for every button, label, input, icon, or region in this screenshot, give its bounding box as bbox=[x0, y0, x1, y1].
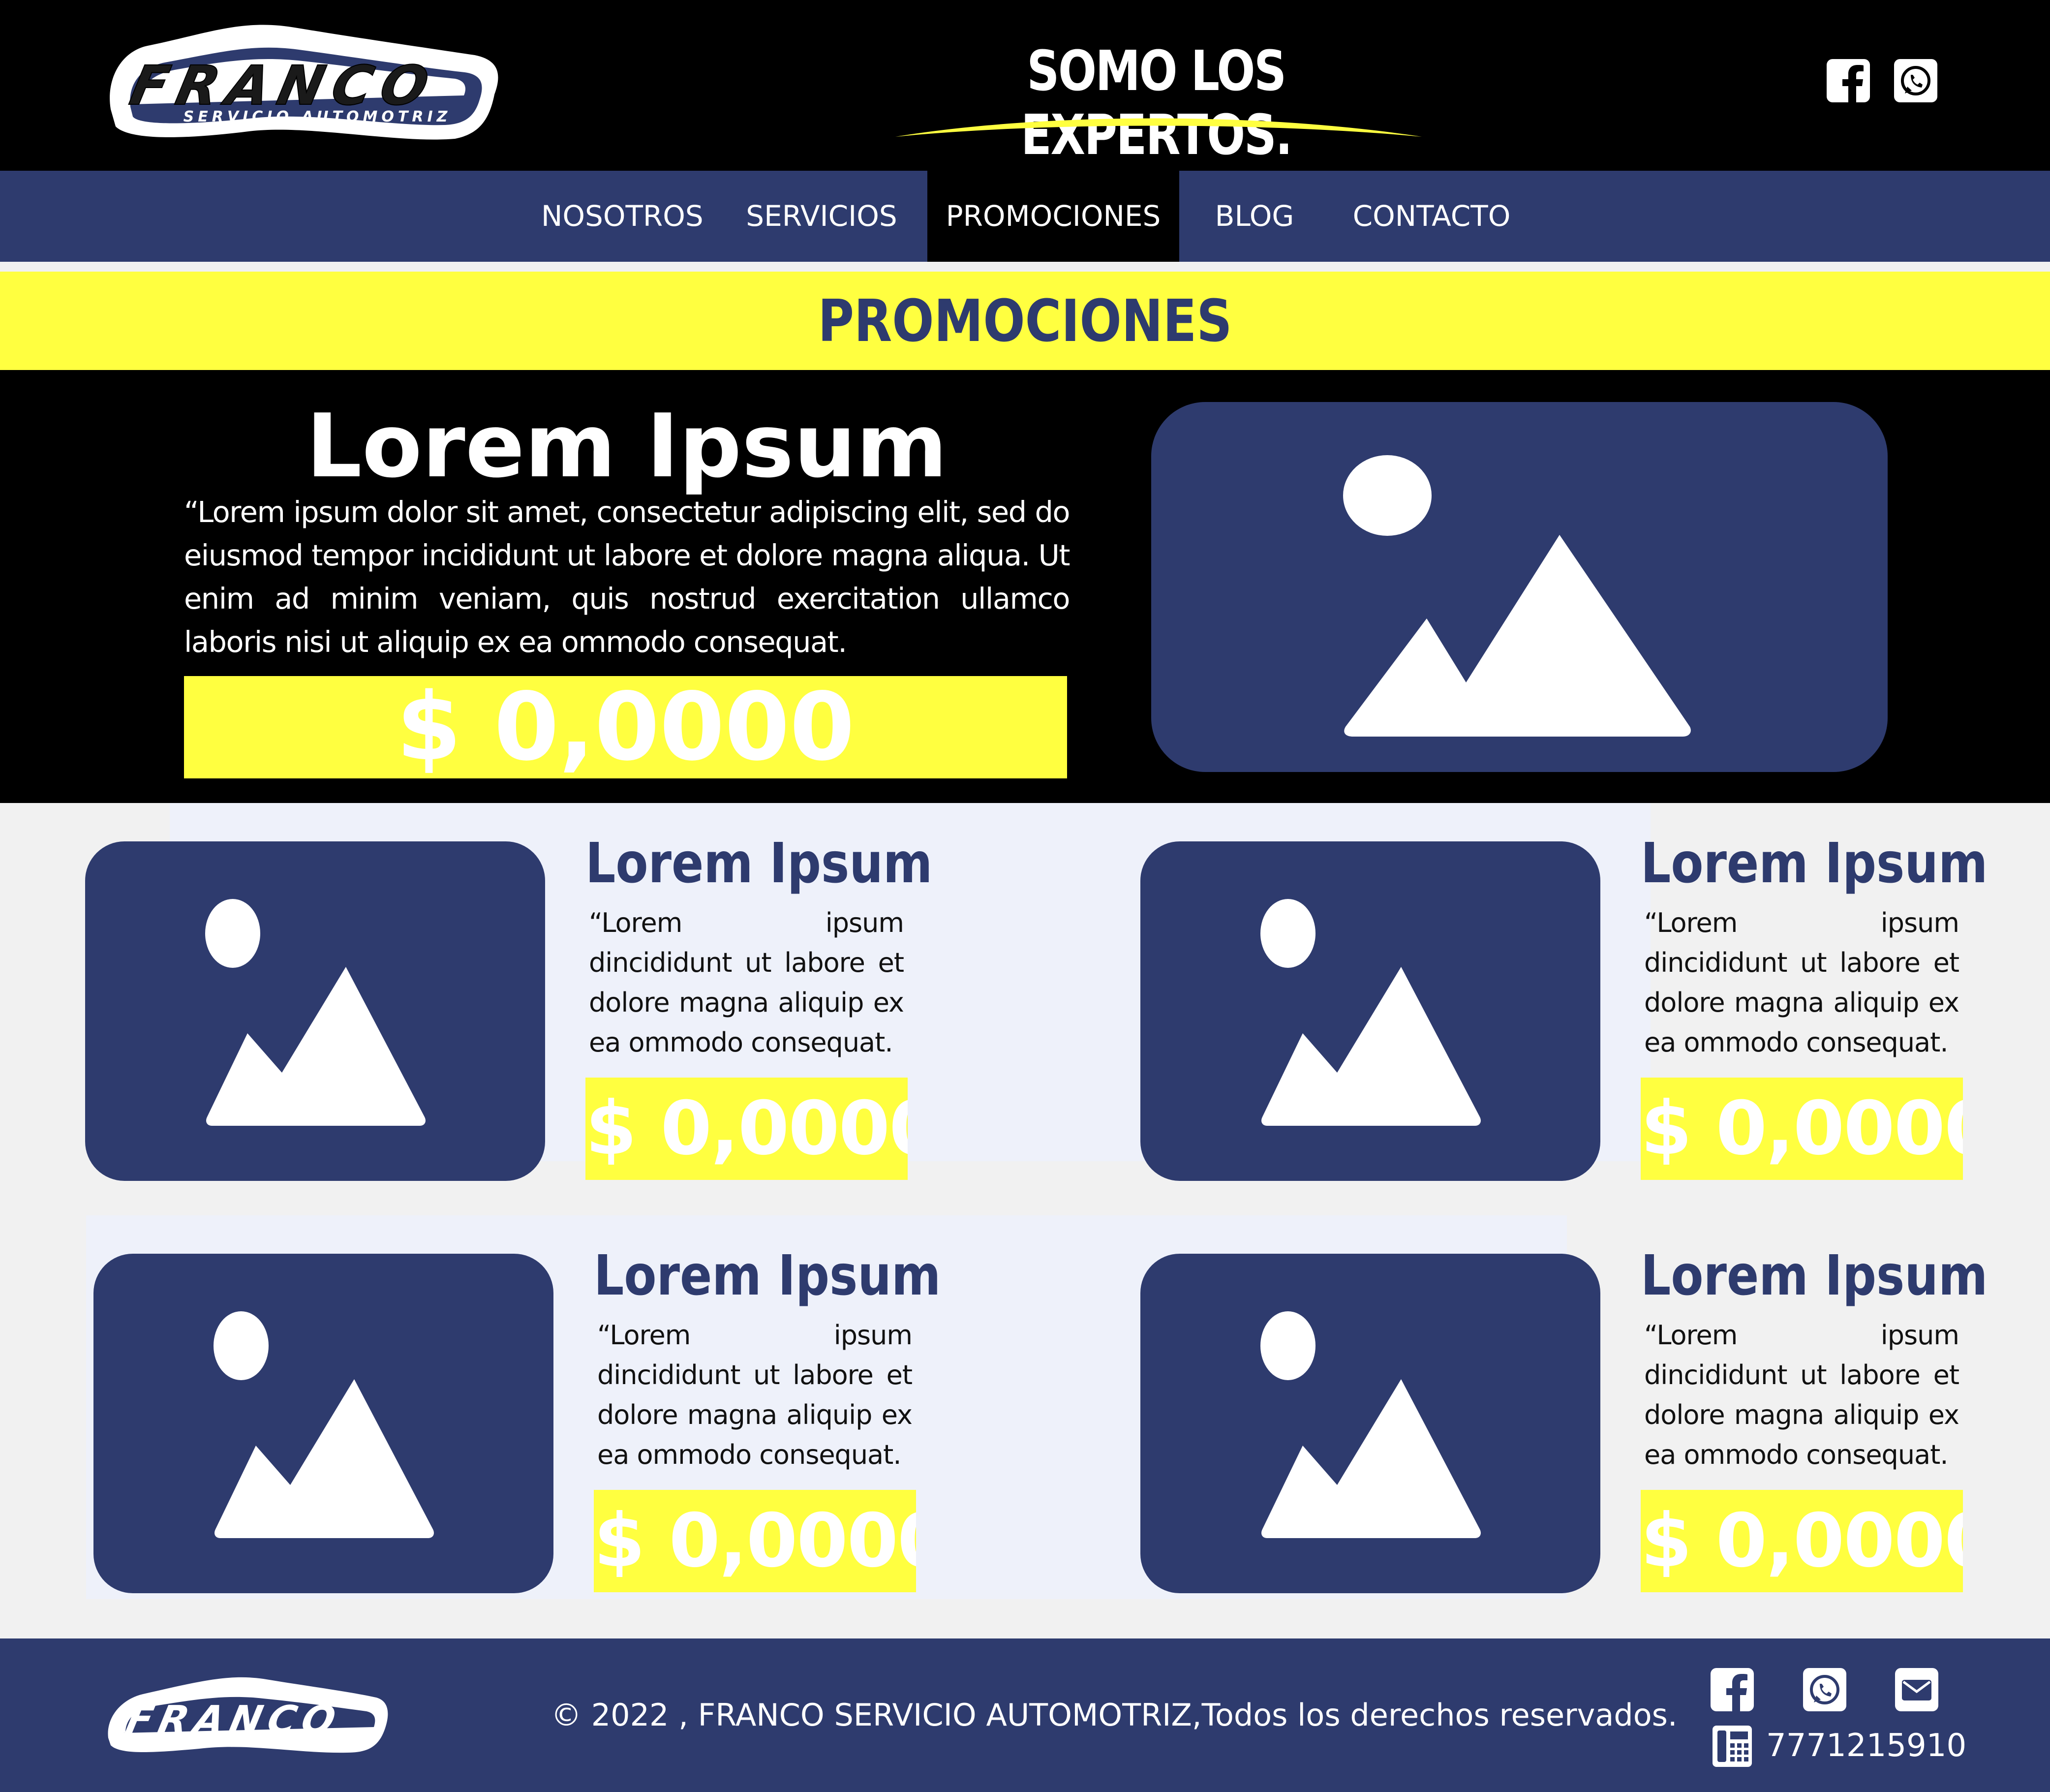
image-placeholder-icon bbox=[1260, 1311, 1481, 1538]
promo-card-price: $ 0,0000 bbox=[1641, 1078, 1963, 1180]
promo-card-image[interactable] bbox=[1140, 1254, 1600, 1593]
nav-item-nosotros[interactable]: NOSOTROS bbox=[541, 171, 704, 262]
promo-card-description: “Lorem ipsum dincididunt ut labore et do… bbox=[589, 907, 904, 1058]
promo-card-title: Lorem Ipsum bbox=[585, 832, 933, 896]
promo-card-image[interactable] bbox=[85, 841, 545, 1181]
nav-item-promociones[interactable]: PROMOCIONES bbox=[927, 171, 1179, 262]
email-icon[interactable] bbox=[1895, 1668, 1938, 1711]
image-placeholder-icon bbox=[205, 899, 426, 1126]
whatsapp-icon[interactable] bbox=[1803, 1668, 1846, 1711]
image-placeholder-icon bbox=[214, 1311, 434, 1538]
whatsapp-icon[interactable] bbox=[1894, 59, 1937, 102]
image-placeholder-icon bbox=[1260, 899, 1481, 1126]
phone-number[interactable]: 7771215910 bbox=[1766, 1721, 1966, 1770]
facebook-icon[interactable] bbox=[1827, 59, 1870, 102]
nav-item-blog[interactable]: BLOG bbox=[1200, 171, 1309, 262]
franco-logo[interactable]: FRANCO SERVICIO AUTOMOTRIZ bbox=[101, 21, 502, 149]
promo-card-title: Lorem Ipsum bbox=[1641, 832, 1988, 896]
promo-card-price: $ 0,0000 bbox=[585, 1078, 908, 1180]
tagline: SOMO LOS EXPERTOS. bbox=[1021, 39, 1292, 167]
featured-description: “Lorem ipsum dolor sit amet, consectetur… bbox=[184, 495, 1071, 659]
svg-text:SERVICIO AUTOMOTRIZ: SERVICIO AUTOMOTRIZ bbox=[159, 1737, 357, 1750]
nav-item-servicios[interactable]: SERVICIOS bbox=[740, 171, 903, 262]
copyright-text: © 2022 , FRANCO SERVICIO AUTOMOTRIZ,Todo… bbox=[551, 1697, 1678, 1733]
nav-item-contacto[interactable]: CONTACTO bbox=[1343, 171, 1520, 262]
svg-text:SERVICIO AUTOMOTRIZ: SERVICIO AUTOMOTRIZ bbox=[184, 108, 452, 125]
promo-card-title: Lorem Ipsum bbox=[594, 1244, 941, 1308]
featured-image[interactable] bbox=[1151, 402, 1888, 772]
promo-card-price: $ 0,0000 bbox=[594, 1490, 916, 1592]
site-footer: FRANCO SERVICIO AUTOMOTRIZ © 2022 , FRAN… bbox=[0, 1638, 2050, 1792]
section-title-bar: PROMOCIONES bbox=[0, 272, 2050, 370]
promo-card-description: “Lorem ipsum dincididunt ut labore et do… bbox=[1644, 1320, 1959, 1470]
featured-price: $ 0,0000 bbox=[184, 676, 1067, 778]
franco-footer-logo[interactable]: FRANCO SERVICIO AUTOMOTRIZ bbox=[101, 1674, 391, 1760]
promo-card-description: “Lorem ipsum dincididunt ut labore et do… bbox=[597, 1320, 913, 1470]
promo-card-description: “Lorem ipsum dincididunt ut labore et do… bbox=[1644, 907, 1959, 1058]
promo-card-title: Lorem Ipsum bbox=[1641, 1244, 1988, 1308]
featured-title: Lorem Ipsum bbox=[306, 395, 948, 497]
promo-card-image[interactable] bbox=[1140, 841, 1600, 1181]
svg-text:FRANCO: FRANCO bbox=[122, 1698, 345, 1742]
featured-promo: Lorem Ipsum “Lorem ipsum dolor sit amet,… bbox=[0, 370, 2050, 803]
promo-card-price: $ 0,0000 bbox=[1641, 1490, 1963, 1592]
site-header: FRANCO SERVICIO AUTOMOTRIZ SOMO LOS EXPE… bbox=[0, 0, 2050, 171]
main-nav: NOSOTROS SERVICIOS PROMOCIONES BLOG CONT… bbox=[0, 171, 2050, 262]
section-title: PROMOCIONES bbox=[818, 287, 1232, 355]
promo-card-image[interactable] bbox=[93, 1254, 553, 1593]
image-placeholder-icon bbox=[1343, 455, 1691, 737]
phone-icon bbox=[1713, 1726, 1752, 1767]
tagline-swoosh bbox=[895, 118, 1422, 137]
facebook-icon[interactable] bbox=[1711, 1668, 1754, 1711]
